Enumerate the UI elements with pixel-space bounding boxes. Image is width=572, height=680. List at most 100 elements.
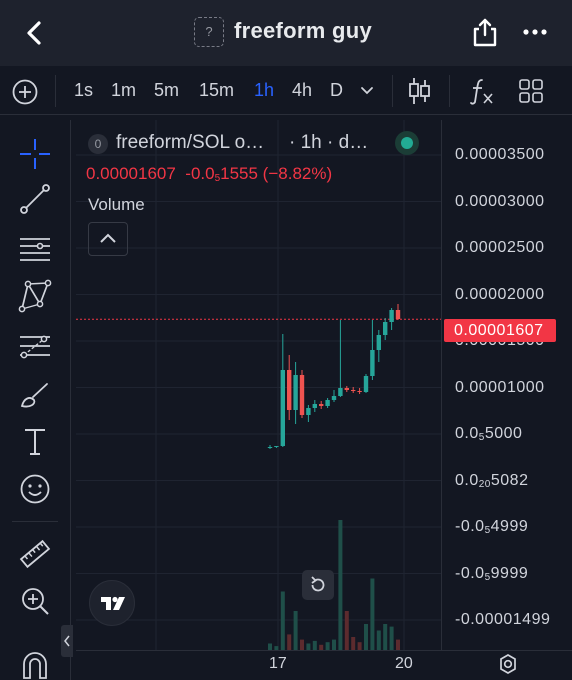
- candle-body: [395, 310, 401, 319]
- chart-settings-gear-icon[interactable]: [496, 652, 520, 676]
- volume-legend: Volume: [88, 195, 145, 214]
- volume-bar: [293, 611, 298, 650]
- share-icon[interactable]: [470, 15, 500, 49]
- chevron-up-icon: [100, 233, 116, 243]
- price-tick-value-rest: 4999: [490, 518, 529, 535]
- candle-body: [280, 370, 285, 446]
- magnifier-plus-icon: [22, 588, 49, 615]
- time-tick-20: 20: [395, 655, 413, 672]
- magnet-tool[interactable]: [14, 650, 56, 680]
- price-tick: 0.00003500: [455, 146, 545, 164]
- price-tick-value-rest: 9999: [490, 564, 529, 582]
- time-axis-border: [76, 650, 572, 651]
- collapse-toolbar-handle[interactable]: [61, 625, 73, 657]
- magnet-icon: [23, 652, 47, 679]
- candlestick-chart-type-icon[interactable]: [406, 76, 432, 106]
- price-tick: 0.00002000: [455, 286, 545, 304]
- reset-chart-button[interactable]: [302, 570, 334, 600]
- price-tick: -0.00001499: [455, 611, 550, 629]
- candle-body: [319, 404, 324, 406]
- volume-bar: [357, 642, 362, 650]
- volume-bar: [287, 634, 292, 650]
- trend-line-tool[interactable]: [14, 178, 56, 220]
- price-tick: 0.00001000: [455, 379, 545, 397]
- ruler-tool[interactable]: [14, 533, 56, 575]
- candle-body: [338, 388, 343, 396]
- price-tick-value: 0.00002500: [455, 239, 545, 256]
- candle-body: [299, 375, 305, 415]
- interval-5m[interactable]: 5m: [154, 80, 179, 101]
- price-tick-value: 0.00002000: [455, 285, 545, 303]
- candle-body: [306, 408, 311, 415]
- price-tick: 0.0205082: [455, 472, 528, 490]
- brush-icon: [20, 383, 48, 408]
- volume-bar: [280, 591, 285, 650]
- volume-bar: [332, 639, 336, 650]
- candle-body: [325, 400, 330, 406]
- pattern-xabcd-icon: [18, 279, 52, 313]
- toolbar-divider: [392, 75, 393, 107]
- back-arrow-icon[interactable]: [18, 16, 52, 50]
- interval-1d[interactable]: D: [330, 80, 343, 101]
- last-price-label: 0.00001607: [444, 319, 556, 342]
- volume-bar: [364, 624, 368, 650]
- volume-bar: [312, 640, 317, 650]
- volume-bar: [396, 639, 400, 650]
- symbol-interval: · 1h · d…: [289, 132, 369, 153]
- brush-tool[interactable]: [14, 374, 56, 416]
- change-value-prefix: -0.0: [185, 164, 215, 183]
- interval-1h[interactable]: 1h: [254, 80, 274, 101]
- price-tick: -0.054999: [455, 518, 528, 536]
- toolbar-divider: [55, 75, 56, 107]
- candle-body: [363, 376, 369, 392]
- more-options-icon[interactable]: [520, 22, 550, 42]
- volume-bar: [338, 520, 343, 650]
- volume-bar: [325, 642, 330, 650]
- market-status-indicator: [395, 131, 419, 155]
- tools-divider: [12, 521, 58, 522]
- page-title: freeform guy: [234, 18, 373, 43]
- candle-body: [351, 390, 356, 391]
- interval-1m[interactable]: 1m: [111, 80, 136, 101]
- volume-bar: [370, 578, 375, 650]
- emoji-tool[interactable]: [14, 468, 56, 510]
- reset-rotate-icon: [311, 576, 325, 592]
- indicators-fx-icon[interactable]: [466, 76, 496, 106]
- text-tool[interactable]: [14, 420, 56, 462]
- parallel-lines-icon: [20, 238, 50, 261]
- interval-1s[interactable]: 1s: [74, 80, 93, 101]
- candle-body: [267, 447, 273, 448]
- crosshair-tool[interactable]: [14, 133, 56, 175]
- chevron-down-icon[interactable]: [359, 84, 375, 96]
- interval-4h[interactable]: 4h: [292, 80, 312, 101]
- layout-grid-icon[interactable]: [518, 78, 544, 104]
- collapse-legend-button[interactable]: [88, 222, 128, 256]
- price-tick-value-rest: 5082: [490, 471, 529, 489]
- volume-bar: [376, 630, 381, 650]
- volume-bar: [351, 637, 356, 650]
- price-tick: -0.059999: [455, 565, 528, 583]
- projection-tool[interactable]: [14, 325, 56, 367]
- ohlc-readout: 0.00001607 -0.051555 (−8.82%): [86, 164, 332, 184]
- fib-retracement-icon: [20, 335, 50, 359]
- add-indicator-plus-icon[interactable]: [11, 78, 39, 106]
- smiley-icon: [20, 474, 50, 504]
- symbol-badge: 0: [88, 134, 108, 154]
- text-t-icon: [25, 429, 45, 455]
- price-tick-value: 0.00003000: [455, 192, 545, 210]
- interval-15m[interactable]: 15m: [199, 80, 234, 101]
- volume-bar: [383, 624, 388, 650]
- symbol-name[interactable]: freeform/SOL o…: [116, 132, 264, 154]
- price-tick-value: 0.0: [455, 425, 479, 442]
- token-avatar-placeholder: ?: [194, 17, 224, 47]
- price-tick-value: -0.0: [455, 518, 485, 535]
- tradingview-logo-button[interactable]: [89, 580, 135, 626]
- ruler-icon: [19, 539, 51, 569]
- volume-bar: [344, 611, 349, 650]
- price-tick-value: -0.00001499: [455, 611, 551, 628]
- zoom-in-tool[interactable]: [14, 580, 56, 622]
- pattern-tool[interactable]: [14, 275, 56, 317]
- candle-body: [389, 310, 394, 322]
- price-tick-subscript: 20: [478, 478, 491, 490]
- horizontal-lines-tool[interactable]: [14, 227, 56, 269]
